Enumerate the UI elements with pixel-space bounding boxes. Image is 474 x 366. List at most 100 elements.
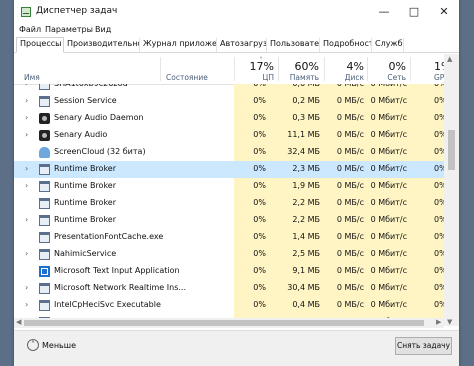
vertical-scroll-thumb[interactable]: [448, 130, 455, 170]
task-manager-window: Диспетчер задач — □ ✕ Файл Параметры Вид…: [14, 0, 459, 366]
column-divider[interactable]: [278, 57, 279, 81]
column-network[interactable]: Сеть: [369, 73, 406, 82]
memory-total[interactable]: 60%: [280, 60, 319, 73]
disk-total[interactable]: 4%: [326, 60, 364, 73]
scroll-down-icon[interactable]: ▼: [447, 318, 452, 326]
expand-chevron-icon[interactable]: ›: [25, 164, 28, 173]
column-divider[interactable]: [234, 57, 235, 81]
chevron-up-icon[interactable]: ˄: [27, 339, 39, 351]
minimize-icon[interactable]: —: [369, 0, 399, 24]
process-name: Runtime Broker: [54, 215, 117, 224]
tab-app-history[interactable]: Журнал приложений: [140, 38, 217, 52]
process-name: Senary Audio Daemon: [54, 113, 144, 122]
menu-view[interactable]: Вид: [95, 25, 111, 34]
process-net-value: 0 Мбит/с: [370, 198, 407, 207]
process-mem-value: 9,1 МБ: [292, 266, 320, 275]
table-row[interactable]: › Runtime Broker 0% 1,9 МБ 0 МБ/с 0 Мбит/с 0%: [14, 178, 444, 195]
window-icon: [39, 84, 50, 90]
process-mem-value: 2,3 МБ: [292, 164, 320, 173]
table-row[interactable]: Runtime Broker 0% 2,2 МБ 0 МБ/с 0 Мбит/с 0%: [14, 195, 444, 212]
process-gpu-value: 0%: [434, 130, 444, 139]
table-row[interactable]: Microsoft Text Input Application 0% 9,1 МБ…: [14, 263, 444, 280]
process-name: Session Service: [54, 96, 117, 105]
expand-chevron-icon[interactable]: ›: [25, 130, 28, 139]
process-mem-value: 0,6 МБ: [280, 84, 320, 88]
table-row-selected[interactable]: › Runtime Broker 0% 2,3 МБ 0 МБ/с 0 Мбит/с 0%: [14, 161, 444, 178]
column-name[interactable]: Имя: [24, 73, 40, 82]
table-row[interactable]: PresentationFontCache.exe 0% 1,4 МБ 0 МБ/с 0…: [14, 229, 444, 246]
process-net-value: 0 Мбит/с: [370, 164, 407, 173]
tab-startup[interactable]: Автозагрузка: [217, 38, 267, 52]
process-name: Runtime Broker: [54, 181, 117, 190]
table-row[interactable]: › Microsoft Network Realtime Ins... 0% 30,4…: [14, 280, 444, 297]
expand-chevron-icon[interactable]: ›: [25, 96, 28, 105]
process-net-value: 0 Мбит/с: [370, 96, 407, 105]
process-cpu-value: 0%: [253, 130, 266, 139]
column-divider[interactable]: [410, 57, 411, 81]
expand-chevron-icon[interactable]: ›: [25, 283, 28, 292]
process-list[interactable]: › SHA1t6xb9c26z8d 0% 0,6 МБ 0 МБ/с 0 Мбит/с 0%…: [14, 84, 444, 326]
close-icon[interactable]: ✕: [429, 0, 459, 24]
expand-chevron-icon[interactable]: ›: [25, 181, 28, 190]
column-divider[interactable]: [367, 57, 368, 81]
process-name: Runtime Broker: [54, 164, 117, 173]
footer-bar: [14, 330, 459, 366]
tab-strip: Процессы Производительность Журнал прило…: [14, 36, 459, 53]
cpu-total[interactable]: 17%: [236, 60, 274, 73]
window-icon: [39, 283, 50, 294]
expand-chevron-icon[interactable]: ›: [25, 249, 28, 258]
column-disk[interactable]: Диск: [326, 73, 364, 82]
expand-chevron-icon[interactable]: ›: [25, 84, 28, 88]
process-net-value: 0 Мбит/с: [370, 215, 407, 224]
fewer-details-link[interactable]: Меньше: [42, 341, 76, 350]
table-row[interactable]: › Senary Audio 0% 11,1 МБ 0 МБ/с 0 Мбит/с 0%: [14, 127, 444, 144]
process-name: IntelCpHeciSvc Executable: [54, 300, 161, 309]
process-cpu-value: 0%: [253, 300, 266, 309]
tab-users[interactable]: Пользователи: [267, 38, 320, 52]
table-row[interactable]: ScreenCloud (32 бита) 0% 32,4 МБ 0 МБ/с 0 Мб…: [14, 144, 444, 161]
process-mem-value: 1,4 МБ: [292, 232, 320, 241]
column-cpu[interactable]: ЦП: [236, 73, 274, 82]
column-status[interactable]: Состояние: [166, 73, 208, 82]
process-net-value: 0 Мбит/с: [369, 84, 407, 88]
process-name: Runtime Broker: [54, 198, 117, 207]
process-disk-value: 0 МБ/с: [336, 113, 364, 122]
process-name: SHA1t6xb9c26z8d: [54, 84, 204, 88]
process-net-value: 0 Мбит/с: [370, 249, 407, 258]
process-cpu-value: 0%: [253, 266, 266, 275]
process-disk-value: 0 МБ/с: [326, 84, 364, 88]
column-divider[interactable]: [160, 57, 161, 81]
process-gpu-value: 0%: [434, 147, 444, 156]
process-cpu-value: 0%: [253, 96, 266, 105]
table-row[interactable]: › IntelCpHeciSvc Executable 0% 0,4 МБ 0 МБ/с…: [14, 297, 444, 314]
tab-services[interactable]: Службы: [372, 38, 404, 52]
table-row[interactable]: › Session Service 0% 0,2 МБ 0 МБ/с 0 Мбит/с 0%: [14, 93, 444, 110]
vertical-scrollbar[interactable]: [444, 54, 459, 326]
column-memory[interactable]: Память: [280, 73, 319, 82]
table-row[interactable]: › NahimicService 0% 2,5 МБ 0 МБ/с 0 Мбит/с 0%: [14, 246, 444, 263]
column-divider[interactable]: [324, 57, 325, 81]
scroll-left-icon[interactable]: ◀: [16, 318, 21, 326]
process-gpu-value: 0%: [434, 181, 444, 190]
table-row[interactable]: › SHA1t6xb9c26z8d 0% 0,6 МБ 0 МБ/с 0 Мбит/с 0%: [14, 84, 444, 93]
expand-chevron-icon[interactable]: ›: [25, 113, 28, 122]
scroll-right-icon[interactable]: ▶: [436, 318, 441, 326]
process-net-value: 0 Мбит/с: [370, 232, 407, 241]
process-disk-value: 0 МБ/с: [336, 283, 364, 292]
table-row[interactable]: › Senary Audio Daemon 0% 0,3 МБ 0 МБ/с 0 Мбит…: [14, 110, 444, 127]
expand-chevron-icon[interactable]: ›: [25, 215, 28, 224]
title-bar[interactable]: Диспетчер задач — □ ✕: [14, 0, 459, 24]
end-task-button[interactable]: Снять задачу: [395, 337, 452, 355]
expand-chevron-icon[interactable]: ›: [25, 300, 28, 309]
table-row[interactable]: › Runtime Broker 0% 2,2 МБ 0 МБ/с 0 Мбит/с 0%: [14, 212, 444, 229]
scroll-up-icon[interactable]: ▲: [447, 55, 452, 63]
network-total[interactable]: 0%: [369, 60, 406, 73]
maximize-icon[interactable]: □: [399, 0, 429, 24]
tab-details[interactable]: Подробности: [320, 38, 372, 52]
tab-performance[interactable]: Производительность: [64, 38, 140, 52]
menu-options[interactable]: Параметры: [45, 25, 93, 34]
menu-file[interactable]: Файл: [19, 25, 41, 34]
horizontal-scroll-thumb[interactable]: [24, 320, 424, 326]
process-net-value: 0 Мбит/с: [370, 300, 407, 309]
tab-processes[interactable]: Процессы: [16, 37, 64, 53]
